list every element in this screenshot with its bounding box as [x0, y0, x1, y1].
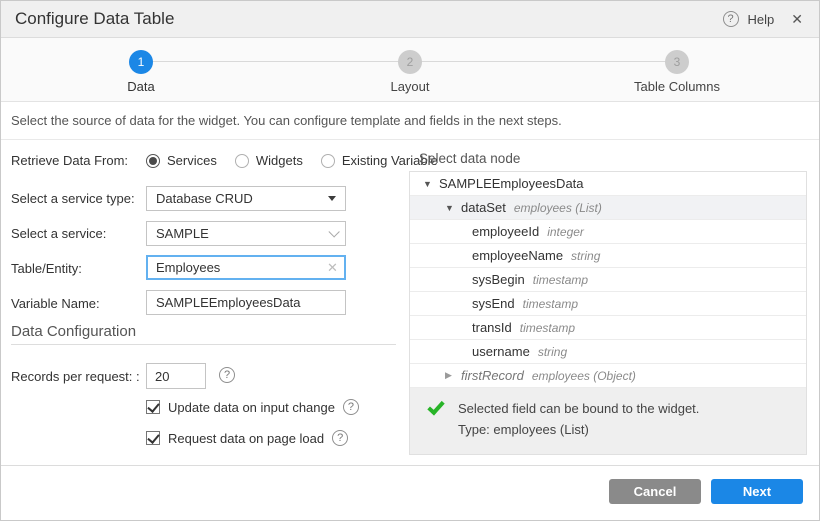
dialog-content: Retrieve Data From: Services Widgets Exi…: [1, 140, 819, 467]
binding-status-text: Selected field can be bound to the widge…: [458, 398, 699, 440]
service-select[interactable]: SAMPLE: [146, 221, 346, 246]
tree-row-firstrecord[interactable]: ▶ firstRecord employees (Object): [410, 364, 806, 388]
service-value: SAMPLE: [156, 226, 209, 241]
expand-arrow-icon[interactable]: ▶: [445, 370, 461, 381]
tree-node-name: dataSet: [461, 200, 506, 215]
service-type-select[interactable]: Database CRUD: [146, 186, 346, 211]
cancel-button[interactable]: Cancel: [609, 479, 701, 504]
tree-node-name: sysBegin: [472, 272, 525, 287]
close-icon[interactable]: ✕: [791, 11, 803, 28]
collapse-arrow-icon[interactable]: ▼: [445, 203, 461, 213]
data-configuration-title: Data Configuration: [11, 323, 137, 340]
request-data-help-icon[interactable]: ?: [332, 430, 349, 446]
service-type-value: Database CRUD: [156, 191, 253, 206]
step-3-circle[interactable]: 3: [665, 50, 689, 74]
wizard-stepper: 1 Data 2 Layout 3 Table Columns: [1, 38, 819, 102]
records-help-icon[interactable]: ?: [219, 367, 235, 383]
clear-input-icon[interactable]: ✕: [327, 260, 338, 276]
step-1-label: Data: [127, 79, 155, 94]
tree-node-name: username: [472, 344, 530, 359]
help-icon[interactable]: ?: [722, 11, 739, 27]
tree-row-sysend[interactable]: sysEnd timestamp: [410, 292, 806, 316]
step-1-circle[interactable]: 1: [129, 50, 153, 74]
tree-node-name: sysEnd: [472, 296, 515, 311]
collapse-arrow-icon[interactable]: ▼: [423, 179, 439, 189]
radio-widgets-dot: [234, 153, 249, 168]
retrieve-data-from-label: Retrieve Data From:: [11, 153, 129, 168]
step-2-circle[interactable]: 2: [398, 50, 422, 74]
tree-row-dataset[interactable]: ▼ dataSet employees (List): [410, 196, 806, 220]
tree-row-root[interactable]: ▼ SAMPLEEmployeesData: [410, 172, 806, 196]
radio-widgets[interactable]: Widgets: [234, 153, 303, 168]
tree-node-name: employeeId: [472, 224, 540, 239]
tree-node-type: timestamp: [519, 320, 576, 335]
dialog-header: Configure Data Table ? Help ✕: [1, 1, 819, 38]
chevron-down-icon: [328, 225, 340, 238]
dialog-title: Configure Data Table: [15, 9, 175, 28]
variable-name-input[interactable]: [146, 290, 346, 315]
tree-node-name: firstRecord: [461, 368, 524, 383]
tree-node-name: employeeName: [472, 248, 564, 263]
radio-existing-variable-dot: [320, 153, 335, 168]
configure-data-table-dialog: Configure Data Table ? Help ✕ 1 Data 2 L…: [0, 0, 820, 521]
request-data-checkbox[interactable]: [146, 431, 160, 445]
update-data-help-icon[interactable]: ?: [342, 399, 359, 415]
step-2-label: Layout: [390, 79, 430, 94]
tree-node-type: string: [537, 344, 568, 359]
dialog-description: Select the source of data for the widget…: [1, 102, 819, 140]
binding-status-line2: Type: employees (List): [458, 422, 589, 437]
records-per-request-label: Records per request: :: [11, 369, 140, 384]
tree-node-name: SAMPLEEmployeesData: [439, 176, 584, 191]
data-node-tree: ▼ SAMPLEEmployeesData ▼ dataSet employee…: [409, 171, 807, 455]
radio-services-dot: [146, 153, 160, 168]
tree-row-sysbegin[interactable]: sysBegin timestamp: [410, 268, 806, 292]
tree-node-type: timestamp: [532, 272, 589, 287]
binding-status-line1: Selected field can be bound to the widge…: [458, 401, 700, 416]
help-link[interactable]: Help: [748, 12, 775, 27]
retrieve-data-from-radios: Services Widgets Existing Variable: [146, 153, 438, 168]
request-data-checkbox-row: Request data on page load ?: [146, 430, 349, 446]
tree-node-type: string: [571, 248, 601, 263]
next-button[interactable]: Next: [711, 479, 803, 504]
update-data-checkbox-row: Update data on input change ?: [146, 399, 359, 415]
radio-widgets-label: Widgets: [255, 153, 303, 168]
tree-row-username[interactable]: username string: [410, 340, 806, 364]
tree-node-type: integer: [547, 224, 584, 239]
dialog-footer: Cancel Next: [1, 465, 819, 520]
request-data-checkbox-label: Request data on page load: [168, 430, 325, 446]
tree-node-name: transId: [472, 320, 512, 335]
step-3-label: Table Columns: [634, 79, 720, 94]
dropdown-arrow-icon: [328, 196, 336, 201]
tree-row-employeename[interactable]: employeeName string: [410, 244, 806, 268]
tree-node-type: timestamp: [522, 296, 578, 311]
table-entity-input[interactable]: [146, 255, 346, 280]
radio-services-label: Services: [167, 153, 217, 168]
variable-name-label: Variable Name:: [11, 296, 100, 311]
table-entity-label: Table/Entity:: [11, 261, 82, 276]
success-check-icon: [427, 397, 445, 416]
update-data-checkbox-label: Update data on input change: [168, 399, 335, 415]
section-divider: [11, 344, 396, 345]
tree-row-employeeid[interactable]: employeeId integer: [410, 220, 806, 244]
radio-services[interactable]: Services: [146, 153, 217, 168]
select-data-node-title: Select data node: [419, 151, 521, 166]
tree-row-transid[interactable]: transId timestamp: [410, 316, 806, 340]
tree-node-type: employees (Object): [531, 368, 636, 383]
service-type-label: Select a service type:: [11, 191, 135, 206]
binding-status-message: Selected field can be bound to the widge…: [410, 388, 806, 454]
records-per-request-input[interactable]: [146, 363, 206, 389]
tree-node-type: employees (List): [513, 200, 602, 215]
header-actions: ? Help ✕: [722, 11, 819, 28]
service-label: Select a service:: [11, 226, 107, 241]
update-data-checkbox[interactable]: [146, 400, 160, 414]
